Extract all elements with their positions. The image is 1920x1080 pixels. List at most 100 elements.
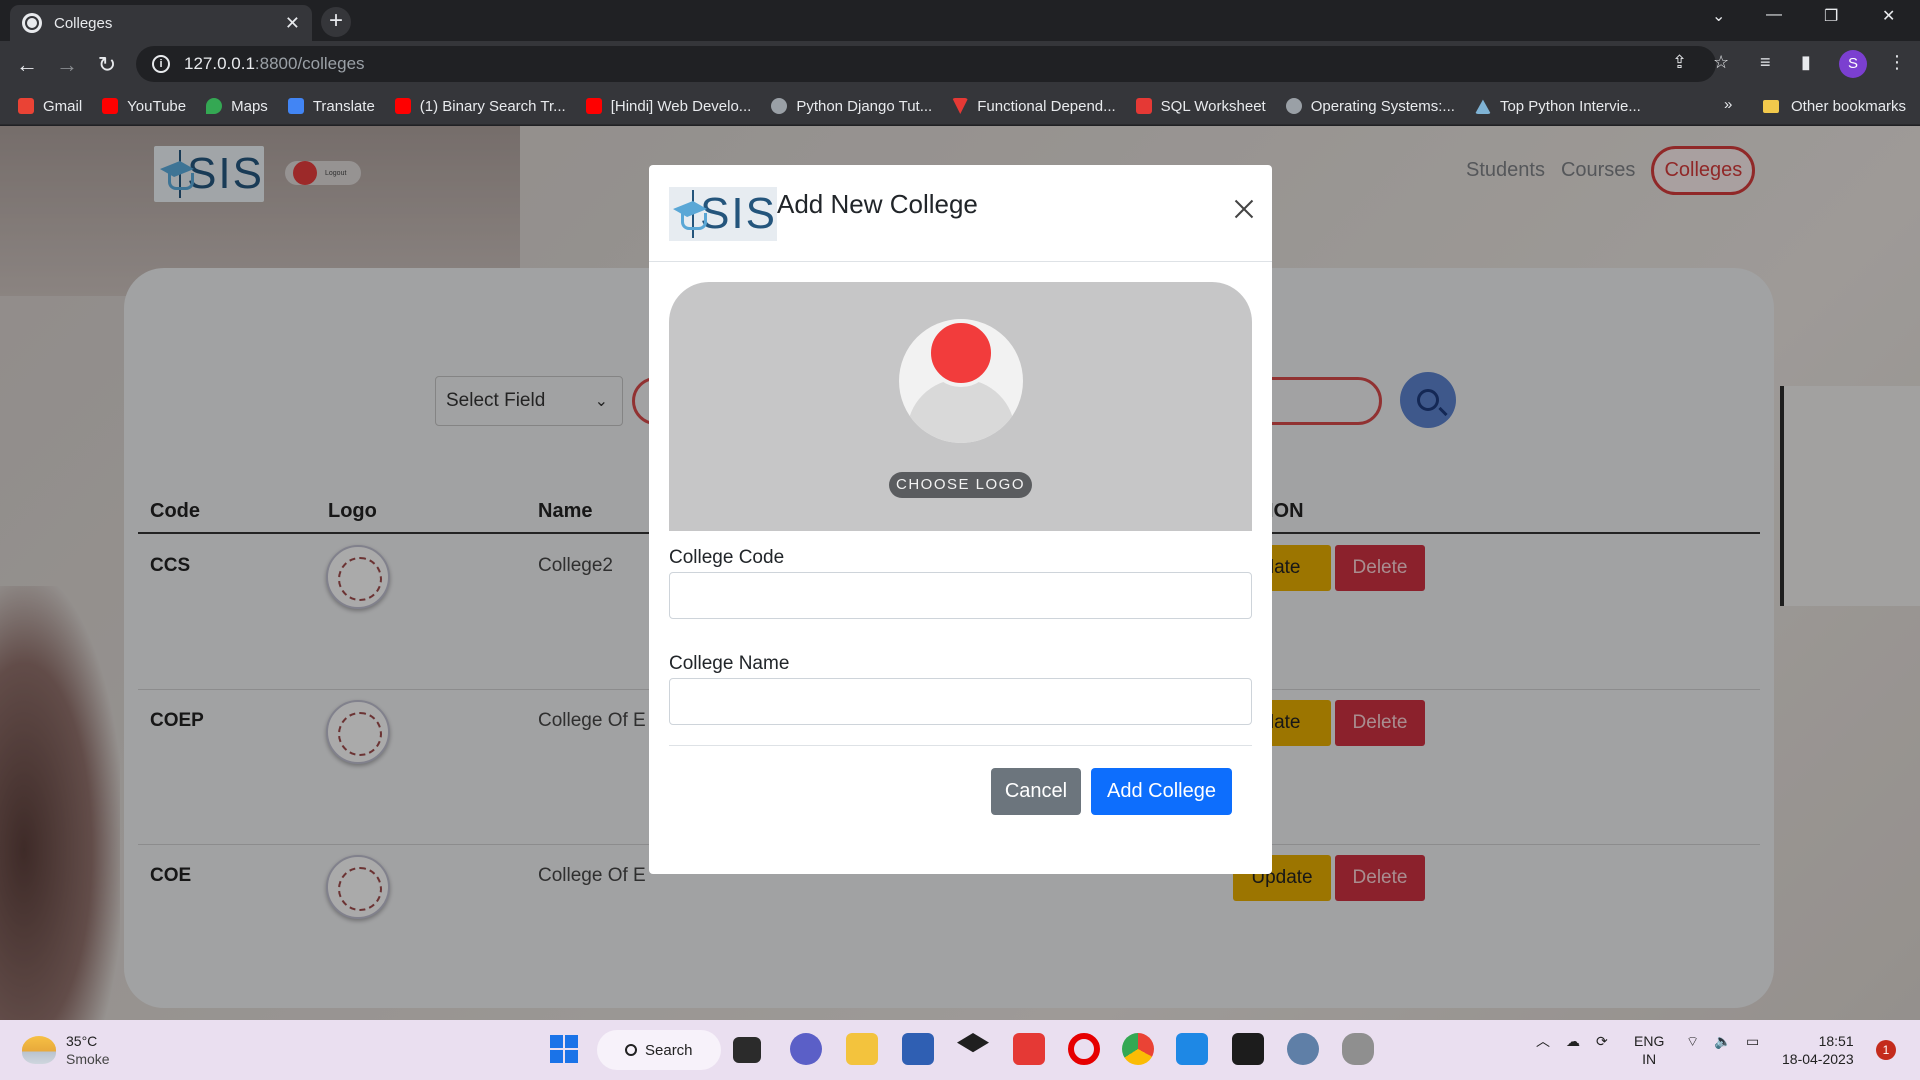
volume-icon[interactable]: 🔈 [1714, 1032, 1731, 1050]
opera-icon[interactable] [1068, 1033, 1100, 1065]
close-icon[interactable] [1229, 195, 1259, 225]
globe-icon [1285, 98, 1302, 114]
youtube-icon [585, 98, 602, 114]
url-host: 127.0.0.1 [184, 54, 255, 73]
youtube-icon [394, 98, 411, 114]
avatar-head [927, 319, 995, 387]
wifi-icon[interactable]: ⌔ [1686, 1032, 1699, 1050]
language-indicator[interactable]: ENG IN [1634, 1032, 1664, 1068]
database-icon[interactable] [1342, 1033, 1374, 1065]
avatar-placeholder-icon [899, 319, 1023, 443]
folder-icon [1763, 100, 1779, 113]
college-code-label: College Code [669, 547, 785, 568]
bookmark-binary-search[interactable]: (1) Binary Search Tr... [394, 98, 566, 115]
bookmark-gmail[interactable]: Gmail [18, 98, 82, 115]
logo-picker[interactable]: CHOOSE LOGO [669, 282, 1252, 531]
globe-icon [22, 13, 42, 33]
settings-gear-icon[interactable] [1287, 1033, 1319, 1065]
add-college-modal: SIS Add New College CHOOSE LOGO College … [649, 165, 1272, 874]
microsoft-store-icon[interactable] [902, 1033, 934, 1065]
address-bar[interactable]: i 127.0.0.1:8800/colleges [136, 46, 1716, 82]
cancel-button[interactable]: Cancel [991, 768, 1081, 815]
gmail-icon [18, 98, 34, 114]
choose-logo-button[interactable]: CHOOSE LOGO [889, 472, 1032, 498]
wps-office-icon[interactable] [1013, 1033, 1045, 1065]
side-panel-icon[interactable]: ▮ [1801, 52, 1811, 73]
college-code-input[interactable] [669, 572, 1252, 619]
bookmark-sql-worksheet[interactable]: SQL Worksheet [1135, 98, 1266, 115]
bookmark-functional-depend[interactable]: Functional Depend... [952, 98, 1116, 115]
maps-icon [206, 98, 223, 114]
bookmarks-overflow-icon[interactable]: » [1724, 96, 1732, 113]
region-code: IN [1642, 1051, 1657, 1067]
language-code: ENG [1634, 1033, 1665, 1049]
reading-list-icon[interactable]: ≡ [1760, 52, 1771, 73]
clock-time: 18:51 [1818, 1033, 1854, 1049]
add-college-button[interactable]: Add College [1091, 768, 1232, 815]
url-path: :8800/colleges [254, 54, 365, 73]
mountain-icon [1474, 99, 1491, 114]
tab-title: Colleges [54, 14, 113, 32]
task-view-icon[interactable] [733, 1037, 761, 1063]
weather-temperature: 35°C [66, 1033, 98, 1049]
new-tab-button[interactable]: + [321, 7, 351, 37]
sync-icon[interactable]: ⟳ [1596, 1032, 1608, 1050]
show-hidden-icons-chevron-icon[interactable]: ︿ [1536, 1032, 1550, 1050]
tab-colleges[interactable]: Colleges ✕ [10, 5, 312, 41]
bookmark-youtube[interactable]: YouTube [102, 98, 186, 115]
functional-depend-icon [952, 98, 969, 114]
dropbox-icon[interactable] [957, 1033, 989, 1053]
bookmark-operating-systems[interactable]: Operating Systems:... [1285, 98, 1455, 115]
site-info-icon[interactable]: i [152, 55, 170, 73]
college-name-label: College Name [669, 653, 790, 674]
notion-icon[interactable] [1232, 1033, 1264, 1065]
bookmark-star-icon[interactable]: ☆ [1713, 52, 1729, 73]
taskbar-search-label: Search [645, 1041, 693, 1059]
tab-search-chevron-icon[interactable]: ⌄ [1712, 6, 1725, 26]
bookmark-maps[interactable]: Maps [206, 98, 268, 115]
weather-widget[interactable]: 35°C Smoke [22, 1032, 110, 1068]
modal-header: SIS Add New College [649, 165, 1272, 262]
bookmark-web-develo[interactable]: [Hindi] Web Develo... [585, 98, 751, 115]
bookmarks-bar: Gmail YouTube Maps Translate (1) Binary … [0, 88, 1920, 125]
vscode-icon[interactable] [1176, 1033, 1208, 1065]
sql-worksheet-icon [1135, 98, 1152, 114]
onedrive-icon[interactable]: ☁ [1566, 1032, 1580, 1050]
teams-chat-icon[interactable] [790, 1033, 822, 1065]
restore-button[interactable]: ❐ [1824, 6, 1838, 26]
bookmark-translate[interactable]: Translate [287, 98, 375, 115]
battery-icon[interactable]: ▭ [1746, 1032, 1759, 1050]
college-name-input[interactable] [669, 678, 1252, 725]
browser-toolbar: ← → ↻ i 127.0.0.1:8800/colleges ⇪ ☆ ≡ ▮ … [0, 41, 1920, 88]
other-bookmarks[interactable]: Other bookmarks [1763, 88, 1906, 125]
translate-icon [287, 98, 304, 114]
back-button[interactable]: ← [12, 50, 42, 80]
weather-condition: Smoke [66, 1051, 110, 1067]
clock[interactable]: 18:51 18-04-2023 [1782, 1032, 1854, 1068]
search-icon [625, 1044, 637, 1056]
bookmark-python-django[interactable]: Python Django Tut... [771, 98, 932, 115]
youtube-icon [102, 98, 119, 114]
chrome-icon[interactable] [1122, 1033, 1154, 1065]
close-window-button[interactable]: ✕ [1882, 6, 1895, 26]
share-icon[interactable]: ⇪ [1672, 52, 1687, 73]
forward-button[interactable]: → [52, 50, 82, 80]
tab-close-icon[interactable]: ✕ [285, 13, 300, 34]
modal-title: Add New College [777, 189, 978, 219]
minimize-button[interactable]: — [1766, 6, 1782, 24]
file-explorer-icon[interactable] [846, 1033, 878, 1065]
weather-icon [22, 1036, 56, 1064]
clock-date: 18-04-2023 [1782, 1051, 1854, 1067]
notification-badge[interactable]: 1 [1876, 1040, 1896, 1060]
menu-kebab-icon[interactable]: ⋮ [1888, 52, 1906, 73]
modal-brand-logo: SIS [669, 187, 777, 241]
avatar-body [907, 379, 1015, 443]
reload-button[interactable]: ↻ [92, 50, 122, 80]
start-button[interactable] [550, 1035, 578, 1063]
browser-tabstrip: Colleges ✕ + ⌄ — ❐ ✕ [0, 0, 1920, 41]
graduation-cap-icon [671, 195, 708, 233]
profile-avatar[interactable]: S [1839, 50, 1867, 78]
taskbar-search[interactable]: Search [597, 1030, 721, 1070]
bookmark-top-python[interactable]: Top Python Intervie... [1474, 98, 1641, 115]
windows-taskbar: 35°C Smoke Search ︿ ☁ ⟳ ENG IN ⌔ 🔈 ▭ 18:… [0, 1020, 1920, 1080]
